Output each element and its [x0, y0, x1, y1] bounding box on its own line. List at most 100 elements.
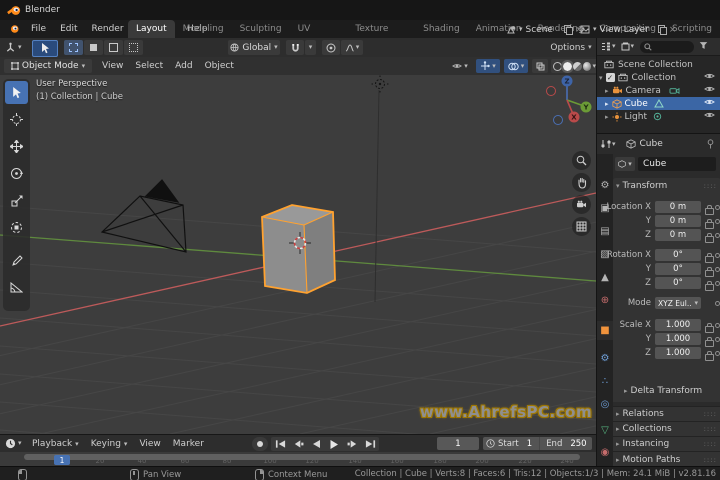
zoom-button[interactable] — [572, 151, 591, 170]
menu-keying[interactable]: Keying ▾ — [85, 435, 134, 453]
object-visibility-dropdown[interactable]: ▾ — [448, 59, 472, 73]
collapse-arrow-icon[interactable]: ▸ — [605, 100, 609, 108]
proportional-falloff-button[interactable]: ▾ — [341, 40, 363, 55]
panel-motion-paths[interactable]: ▸ Motion Paths:::: — [613, 451, 720, 467]
view-layer-selector[interactable]: ▾ View Layer × — [580, 23, 676, 36]
panel-collections[interactable]: ▸ Collections:::: — [613, 421, 720, 436]
outliner-search[interactable] — [640, 40, 695, 53]
timeline-scrollbar[interactable] — [24, 454, 580, 460]
options-dropdown[interactable]: Options ▾ — [550, 40, 592, 55]
transform-panel-header[interactable]: ▾ Transform :::: — [613, 178, 720, 194]
location-x-field[interactable]: 0 m — [655, 201, 701, 213]
menu-marker[interactable]: Marker — [167, 435, 210, 453]
perspective-toggle-button[interactable] — [572, 217, 591, 236]
eye-icon[interactable] — [704, 85, 715, 96]
rotation-y-field[interactable]: 0° — [655, 263, 701, 275]
scale-y-field[interactable]: 1.000 — [655, 333, 701, 345]
outliner-row-cube[interactable]: ▸ Cube — [597, 97, 720, 110]
outliner-filter-button[interactable] — [699, 41, 708, 53]
viewport-canvas[interactable]: Z Y X User Perspective (1) Collection | … — [0, 75, 596, 434]
tab-uv-editing[interactable]: UV Editing — [290, 20, 348, 52]
tool-select-box-button[interactable] — [5, 81, 28, 104]
delta-transform-panel-header[interactable]: ▸ Delta Transform — [621, 385, 702, 397]
properties-editor-button[interactable]: ▾ — [601, 139, 616, 149]
animate-dot[interactable] — [715, 351, 720, 356]
record-button[interactable] — [252, 437, 268, 451]
next-keyframe-button[interactable] — [343, 440, 361, 448]
gizmos-toggle-button[interactable]: ▾ — [476, 59, 500, 73]
animate-dot[interactable] — [715, 267, 720, 272]
tab-tool[interactable]: ⚙ — [597, 176, 613, 195]
lock-icon[interactable] — [705, 252, 714, 263]
tool-scale-button[interactable] — [5, 189, 28, 212]
jump-to-end-button[interactable] — [361, 440, 379, 448]
lock-icon[interactable] — [705, 322, 714, 333]
select-mode-subtract-button[interactable] — [104, 40, 123, 55]
shading-solid-button[interactable] — [560, 59, 574, 73]
camera-view-button[interactable] — [572, 195, 591, 214]
eye-icon[interactable] — [704, 111, 715, 122]
tab-shading[interactable]: Shading — [415, 20, 468, 38]
drag-handle-icon[interactable]: :::: — [704, 182, 717, 190]
tool-cursor-button[interactable] — [5, 108, 28, 131]
tab-physics[interactable]: ◎ — [597, 395, 613, 414]
snap-toggle-button[interactable] — [286, 40, 304, 55]
animate-dot[interactable] — [715, 337, 720, 342]
outliner-row-camera[interactable]: ▸ Camera — [597, 84, 720, 97]
menu-select[interactable]: Select — [129, 57, 169, 75]
scene-selector[interactable]: ▾ Scene × — [506, 23, 583, 36]
eye-icon[interactable] — [704, 72, 715, 83]
rotation-x-field[interactable]: 0° — [655, 249, 701, 261]
new-scene-icon[interactable] — [563, 25, 573, 35]
tool-annotate-button[interactable] — [5, 249, 28, 272]
start-value-field[interactable]: 1 — [527, 439, 532, 449]
prev-keyframe-button[interactable] — [289, 440, 307, 448]
animate-dot[interactable] — [715, 281, 720, 286]
expand-arrow-icon[interactable]: ▾ — [599, 74, 603, 82]
object-type-dropdown[interactable]: ▾ — [615, 157, 635, 171]
select-mode-intersect-button[interactable] — [124, 40, 143, 55]
menu-file[interactable]: File — [24, 20, 53, 38]
animate-dot[interactable] — [715, 253, 720, 258]
tool-rotate-button[interactable] — [5, 162, 28, 185]
tool-move-button[interactable] — [5, 135, 28, 158]
animate-dot[interactable] — [715, 205, 720, 210]
jump-to-start-button[interactable] — [271, 440, 289, 448]
scale-x-field[interactable]: 1.000 — [655, 319, 701, 331]
menu-add[interactable]: Add — [169, 57, 198, 75]
xray-toggle-button[interactable] — [532, 59, 548, 73]
animate-dot[interactable] — [715, 301, 720, 306]
lock-icon[interactable] — [705, 280, 714, 291]
camera-object[interactable] — [100, 179, 187, 253]
panel-relations[interactable]: ▸ Relations:::: — [613, 406, 720, 421]
snap-options-button[interactable]: ▾ — [305, 40, 316, 55]
play-button[interactable] — [325, 439, 343, 449]
tab-sculpting[interactable]: Sculpting — [232, 20, 290, 38]
lock-icon[interactable] — [705, 218, 714, 229]
object-name-field[interactable]: Cube — [638, 157, 716, 171]
rotation-mode-dropdown[interactable]: XYZ Eul.. ▾ — [655, 297, 701, 309]
light-object[interactable] — [371, 75, 389, 93]
blender-menu-icon[interactable] — [8, 24, 20, 37]
tool-measure-button[interactable] — [5, 276, 28, 299]
outliner-row-collection[interactable]: ▾ ✓ Collection — [597, 71, 720, 84]
navigation-gizmo[interactable]: Z Y X — [546, 75, 592, 125]
menu-view-timeline[interactable]: View — [133, 435, 166, 453]
menu-object[interactable]: Object — [199, 57, 240, 75]
menu-render[interactable]: Render — [85, 20, 131, 38]
outliner-row-scene-collection[interactable]: Scene Collection — [597, 58, 720, 71]
overlays-toggle-button[interactable]: ▾ — [504, 59, 528, 73]
lock-icon[interactable] — [705, 266, 714, 277]
location-z-field[interactable]: 0 m — [655, 229, 701, 241]
collapse-arrow-icon[interactable]: ▸ — [605, 87, 609, 95]
playhead[interactable]: 1 — [54, 455, 70, 465]
scale-z-field[interactable]: 1.000 — [655, 347, 701, 359]
mode-dropdown[interactable]: Object Mode ▾ — [4, 59, 92, 73]
animate-dot[interactable] — [715, 233, 720, 238]
pan-button[interactable] — [572, 173, 591, 192]
lock-icon[interactable] — [705, 232, 714, 243]
shading-material-button[interactable] — [572, 61, 582, 71]
location-y-field[interactable]: 0 m — [655, 215, 701, 227]
shading-rendered-button[interactable] — [582, 61, 592, 71]
active-tool-button[interactable] — [32, 40, 58, 57]
